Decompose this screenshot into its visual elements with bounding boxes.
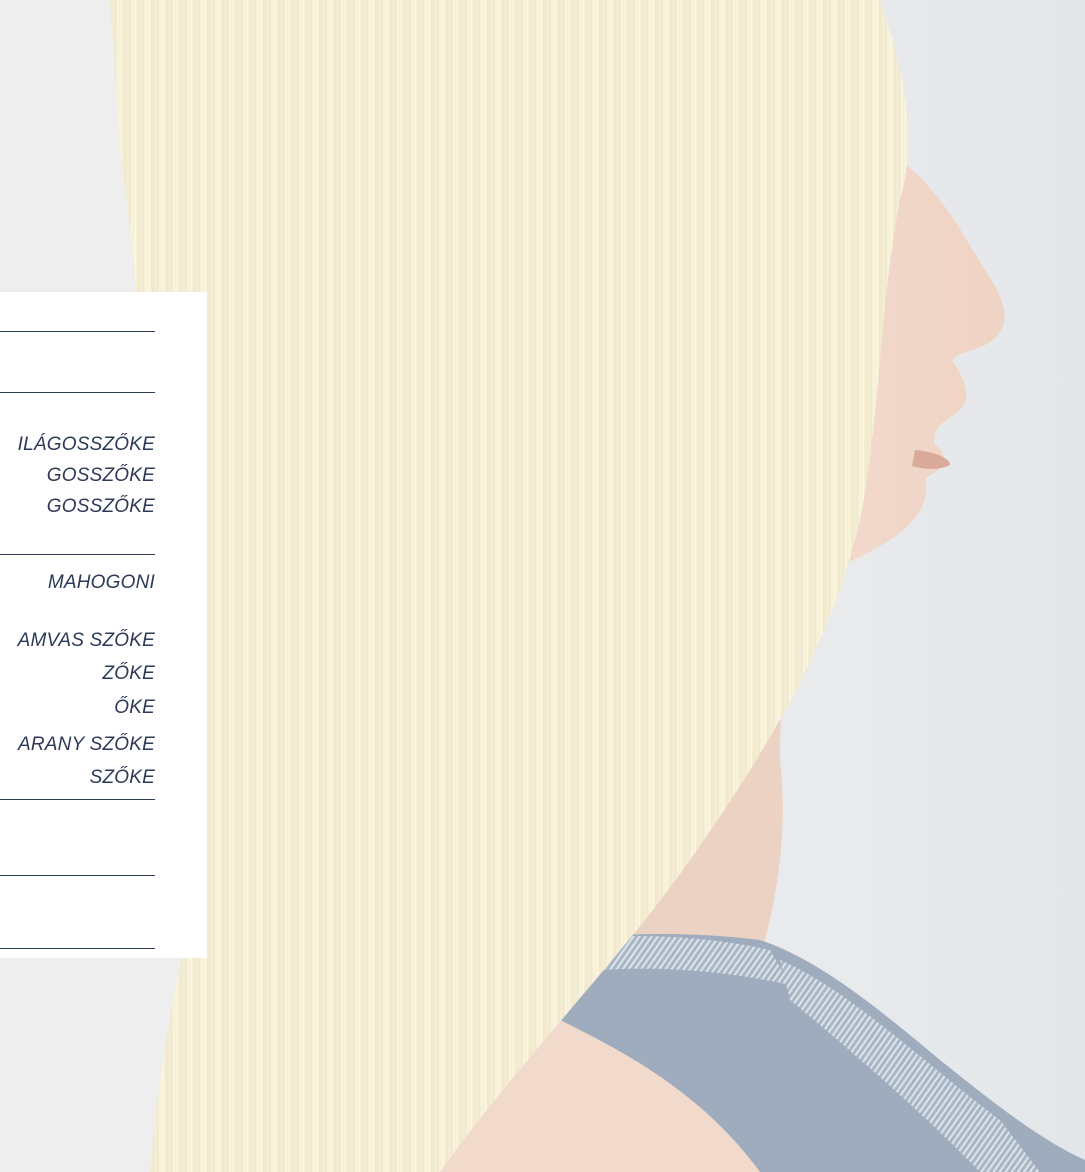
shade-item[interactable]: ILÁGOSSZŐKE: [18, 434, 155, 456]
hero-image: ILÁGOSSZŐKE GOSSZŐKE GOSSZŐKE MAHOGONI A…: [0, 0, 1085, 1172]
shade-item[interactable]: AMVAS SZŐKE: [18, 630, 155, 652]
shade-item[interactable]: GOSSZŐKE: [47, 465, 155, 487]
shade-item[interactable]: ŐKE: [114, 697, 155, 719]
shade-item[interactable]: ZŐKE: [102, 663, 155, 685]
shade-item[interactable]: ARANY SZŐKE: [18, 734, 155, 756]
divider: [0, 875, 155, 876]
divider: [0, 554, 155, 555]
shade-item[interactable]: MAHOGONI: [48, 572, 155, 594]
divider: [0, 331, 155, 332]
shade-item[interactable]: SZŐKE: [90, 767, 155, 789]
shade-item[interactable]: GOSSZŐKE: [47, 496, 155, 518]
divider: [0, 948, 155, 949]
divider: [0, 392, 155, 393]
divider: [0, 799, 155, 800]
shade-menu-panel: ILÁGOSSZŐKE GOSSZŐKE GOSSZŐKE MAHOGONI A…: [0, 292, 207, 958]
